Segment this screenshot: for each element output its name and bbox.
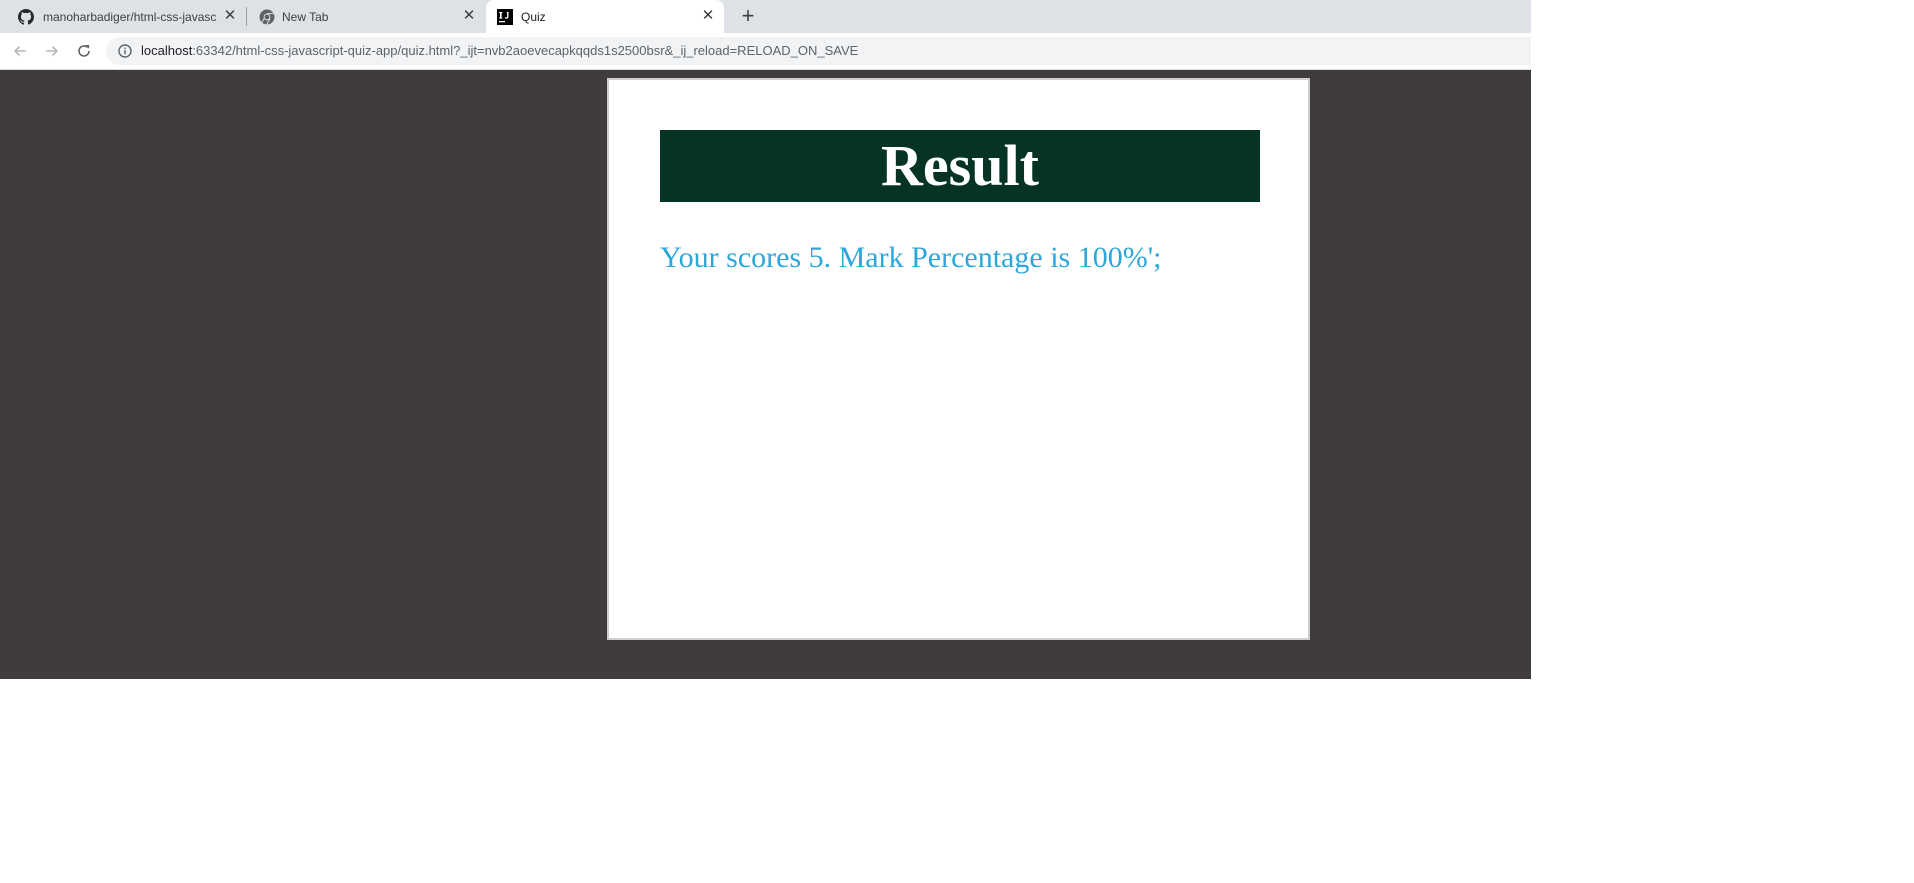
page-viewport: Result Your scores 5. Mark Percentage is… xyxy=(0,70,1531,679)
tab-quiz[interactable]: Quiz ✕ xyxy=(486,0,724,33)
tab-title: New Tab xyxy=(282,10,329,24)
browser-toolbar: localhost:63342/html-css-javascript-quiz… xyxy=(0,33,1531,70)
new-tab-button[interactable]: + xyxy=(737,5,759,27)
tab-github[interactable]: manoharbadiger/html-css-javascript ✕ xyxy=(0,0,240,33)
url-host: localhost xyxy=(141,43,193,58)
forward-arrow-icon xyxy=(46,45,59,57)
reload-icon xyxy=(78,45,90,57)
tab-title: manoharbadiger/html-css-javascript xyxy=(43,10,217,24)
tab-strip: manoharbadiger/html-css-javascript ✕ New… xyxy=(0,0,1531,33)
quiz-card: Result Your scores 5. Mark Percentage is… xyxy=(607,78,1310,640)
back-arrow-icon xyxy=(13,45,26,57)
url-text: localhost:63342/html-css-javascript-quiz… xyxy=(141,43,858,59)
forward-button[interactable] xyxy=(41,40,63,62)
close-icon[interactable]: ✕ xyxy=(700,8,716,24)
browser-window: manoharbadiger/html-css-javascript ✕ New… xyxy=(0,0,1531,679)
info-icon[interactable] xyxy=(118,44,132,58)
score-message: Your scores 5. Mark Percentage is 100%'; xyxy=(660,241,1162,274)
page-title: Result xyxy=(881,133,1039,198)
close-icon[interactable]: ✕ xyxy=(461,8,477,24)
result-header: Result xyxy=(660,130,1260,202)
intellij-icon xyxy=(497,9,513,25)
github-icon xyxy=(18,9,34,25)
tab-new-tab[interactable]: New Tab ✕ xyxy=(247,0,485,33)
reload-button[interactable] xyxy=(73,40,95,62)
close-icon[interactable]: ✕ xyxy=(222,8,238,24)
tab-title: Quiz xyxy=(521,10,546,24)
url-path: :63342/html-css-javascript-quiz-app/quiz… xyxy=(192,43,859,58)
address-bar[interactable]: localhost:63342/html-css-javascript-quiz… xyxy=(106,37,1531,65)
chrome-icon xyxy=(259,9,275,25)
back-button[interactable] xyxy=(9,40,31,62)
